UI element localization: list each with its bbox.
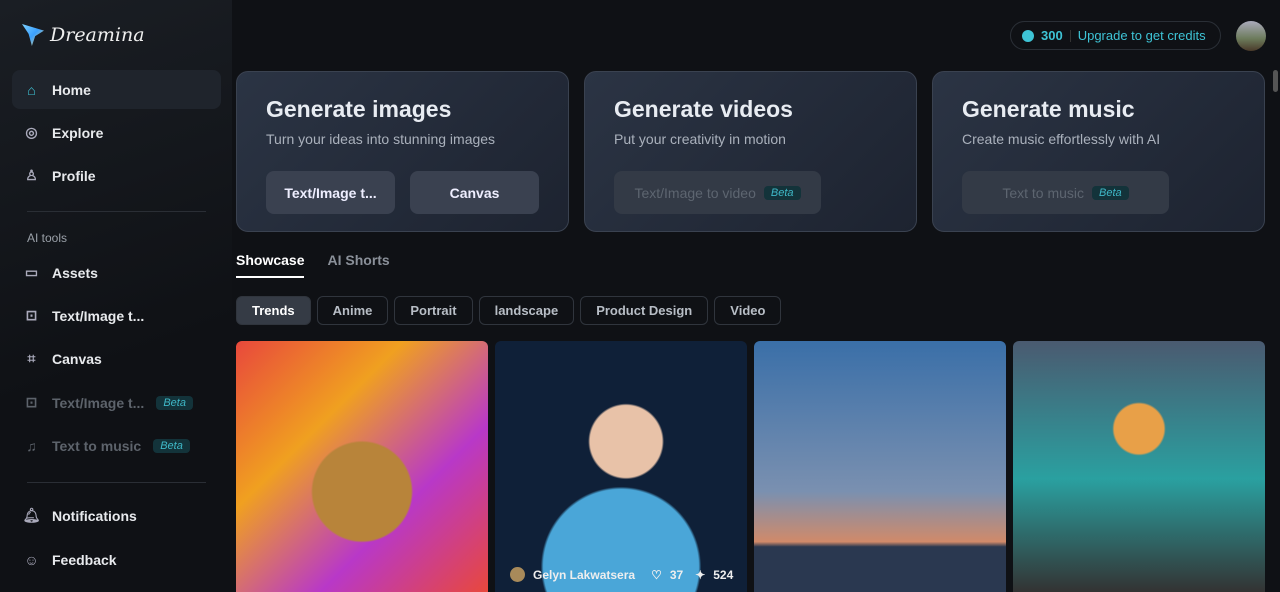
upgrade-link[interactable]: Upgrade to get credits (1078, 28, 1206, 43)
sidebar-item-notifications[interactable]: 🔔︎ Notifications (12, 496, 221, 535)
home-icon: ⌂ (27, 81, 36, 98)
label: Notifications (52, 507, 137, 524)
label: Text to music (52, 437, 142, 454)
label: Canvas (52, 350, 102, 367)
chip-video[interactable]: Video (714, 296, 782, 325)
heart-icon[interactable]: ♡ (651, 568, 662, 582)
button-label: Text/Image to video (634, 184, 756, 201)
sidebar-item-video[interactable]: ⊡ Text/Image t... Beta (12, 383, 221, 422)
sidebar-item-canvas[interactable]: ⌗ Canvas (12, 339, 221, 378)
chip-landscape[interactable]: landscape (478, 296, 575, 325)
sidebar: Dreamina ⌂ Home ◎ Explore ♙ Profile AI tool… (0, 0, 232, 592)
showcase-image-beach[interactable] (754, 341, 1006, 592)
chip-anime[interactable]: Anime (316, 296, 389, 325)
section-label: AI tools (27, 231, 68, 245)
tabs: Showcase AI Shorts (236, 252, 390, 278)
sidebar-item-text-image[interactable]: ⊡ Text/Image t... (12, 296, 221, 335)
showcase-image-doll[interactable]: Gelyn Lakwatsera ♡ 37 ✦ 524 (495, 341, 747, 592)
card-generate-images: Generate images Turn your ideas into stun… (236, 71, 569, 232)
divider (27, 482, 206, 483)
music-icon: ♫ (26, 437, 37, 454)
card-generate-videos: Generate videos Put your creativity in mo… (584, 71, 917, 232)
text-to-music-button[interactable]: Text to music Beta (962, 171, 1169, 214)
showcase-image-giraffe[interactable] (236, 341, 488, 592)
sparkle-icon[interactable]: ✦ (695, 568, 705, 582)
card-subtitle: Turn your ideas into stunning images (266, 131, 496, 147)
credit-coin-icon (1022, 29, 1034, 42)
scrollbar[interactable] (1273, 70, 1278, 92)
video-icon: ⊡ (25, 394, 38, 410)
profile-icon: ♙ (25, 167, 38, 183)
beta-badge: Beta (763, 185, 801, 200)
card-title: Generate music (962, 96, 1135, 122)
chip-portrait[interactable]: Portrait (394, 296, 473, 325)
tab-showcase[interactable]: Showcase (236, 252, 305, 278)
separator (1069, 29, 1071, 42)
dreamina-logo-icon (22, 24, 44, 46)
sidebar-item-explore[interactable]: ◎ Explore (12, 113, 221, 152)
text-image-button[interactable]: Text/Image t... (266, 171, 395, 214)
bell-icon: 🔔︎ (22, 507, 41, 523)
remix-count: 524 (713, 567, 734, 582)
card-subtitle: Put your creativity in motion (614, 131, 786, 147)
beta-badge: Beta (1092, 185, 1129, 200)
tab-ai-shorts[interactable]: AI Shorts (327, 252, 389, 278)
author-avatar[interactable] (510, 567, 525, 582)
label: Profile (52, 167, 96, 184)
label: Text/Image t... (52, 394, 145, 411)
label: Feedback (52, 551, 117, 568)
label: Home (52, 81, 91, 98)
logo[interactable]: Dreamina (22, 24, 145, 46)
like-count: 37 (669, 567, 684, 582)
card-title: Generate videos (614, 96, 793, 122)
credit-count: 300 (1041, 28, 1063, 43)
feedback-icon: ☺ (24, 551, 39, 568)
explore-icon: ◎ (25, 124, 38, 140)
folder-icon: ▭ (24, 264, 39, 280)
canvas-icon: ⌗ (27, 350, 36, 366)
sidebar-item-music[interactable]: ♫ Text to music Beta (12, 426, 221, 465)
showcase-image-cat[interactable] (1013, 341, 1265, 592)
author-name[interactable]: Gelyn Lakwatsera (533, 568, 635, 582)
user-avatar[interactable] (1236, 21, 1266, 51)
image-icon: ⊡ (25, 307, 38, 323)
logo-text: Dreamina (50, 24, 145, 46)
chip-product-design[interactable]: Product Design (580, 296, 709, 325)
card-generate-music: Generate music Create music effortlessly … (932, 71, 1265, 232)
sidebar-item-profile[interactable]: ♙ Profile (12, 156, 221, 195)
credits-pill[interactable]: 300 Upgrade to get credits (1010, 21, 1221, 50)
filter-chips: Trends Anime Portrait landscape Product … (236, 296, 782, 325)
beta-badge: Beta (153, 438, 190, 453)
label: Text/Image t... (52, 307, 145, 324)
chip-trends[interactable]: Trends (236, 296, 311, 325)
sidebar-item-feedback[interactable]: ☺ Feedback (12, 540, 221, 579)
sidebar-item-home[interactable]: ⌂ Home (12, 70, 221, 109)
label: Explore (52, 124, 104, 141)
button-label: Text to music (1002, 184, 1085, 201)
divider (27, 211, 206, 212)
canvas-button[interactable]: Canvas (410, 171, 539, 214)
image-meta: Gelyn Lakwatsera ♡ 37 ✦ 524 (510, 567, 733, 582)
card-title: Generate images (266, 96, 452, 122)
card-subtitle: Create music effortlessly with AI (962, 131, 1161, 147)
label: Assets (52, 264, 98, 281)
sidebar-item-assets[interactable]: ▭ Assets (12, 253, 221, 292)
text-image-to-video-button[interactable]: Text/Image to video Beta (614, 171, 821, 214)
beta-badge: Beta (156, 395, 193, 410)
